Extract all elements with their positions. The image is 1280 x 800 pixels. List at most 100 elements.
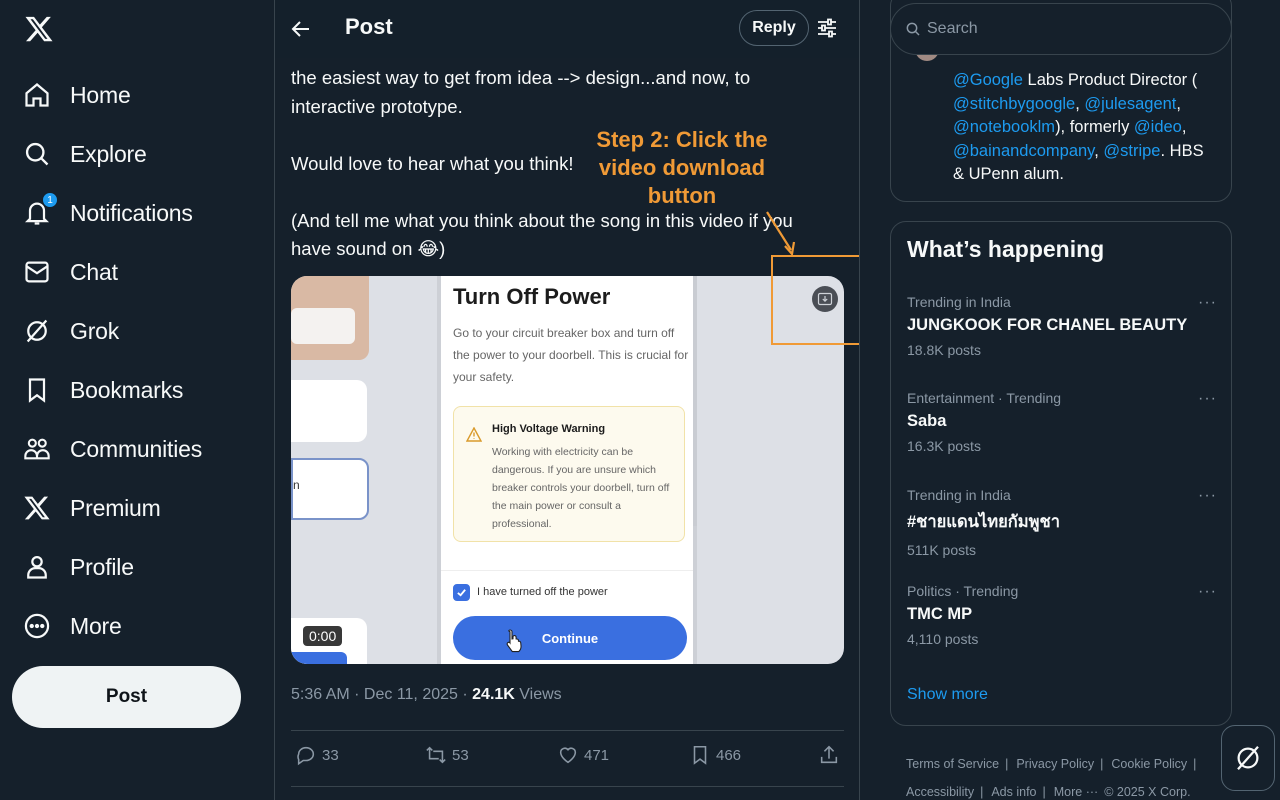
nav-label: Notifications [70,199,193,226]
video-phone-screen: Turn Off Power Go to your circuit breake… [437,276,697,664]
mention-link[interactable]: @stripe [1103,142,1160,160]
post-detail-column: Post Reply the easiest way to get from i… [274,0,860,800]
nav-label: Premium [70,494,161,521]
nav-chat[interactable]: Chat [22,247,118,297]
footer-links: Terms of Service | Privacy Policy | Cookie P… [906,757,1197,799]
post-actions: 33 53 471 466 [291,744,844,774]
bio-text-fragment: , [1176,94,1181,113]
post-button[interactable]: Post [12,666,241,728]
trend-item[interactable]: Entertainment · Trending Saba 16.3K post… [907,390,1217,470]
footer-copyright: © 2025 X Corp. [1104,785,1191,799]
video-side-screen: n [291,276,369,664]
post-header: Post Reply [275,0,859,58]
more-circle-icon [22,611,52,641]
panel-title: What’s happening [907,236,1105,262]
nav-label: Bookmarks [70,376,184,403]
nav-home[interactable]: Home [22,70,131,120]
show-more-link[interactable]: Show more [907,686,988,704]
mention-link[interactable]: @ideo [1134,118,1182,136]
bio-text-fragment: ), formerly [1055,118,1134,136]
nav-label: Home [70,81,131,108]
nav-label: Chat [70,258,118,285]
nav-explore[interactable]: Explore [22,129,147,179]
footer-accessibility-link[interactable]: Accessibility [906,785,974,799]
grok-icon [22,316,52,346]
like-action[interactable]: 471 [557,744,609,766]
repost-action[interactable]: 53 [425,744,469,766]
grok-floating-button[interactable] [1221,725,1275,791]
nav-more[interactable]: More [22,601,122,651]
reply-button[interactable]: Reply [739,10,809,46]
footer-more-link[interactable]: More ··· [1054,785,1098,799]
nav-label: Explore [70,140,147,167]
trend-post-count: 511K posts [907,542,977,558]
nav-profile[interactable]: Profile [22,542,134,592]
notification-badge: 1 [42,192,58,208]
more-options-icon[interactable]: ··· [1198,294,1217,312]
share-icon [820,745,838,764]
reply-icon [297,746,315,766]
mention-link[interactable]: @bainandcompany [953,142,1094,160]
post-timestamp[interactable]: 5:36 AM · Dec 11, 2025 · [291,686,472,703]
mail-icon [22,257,52,287]
footer-ads-link[interactable]: Ads info [991,785,1036,799]
repost-count: 53 [452,746,469,764]
nav-grok[interactable]: Grok [22,306,119,356]
like-count: 471 [584,746,610,764]
mention-link[interactable]: @Google [953,71,1023,89]
bookmark-count: 466 [716,746,742,764]
nav-communities[interactable]: Communities [22,424,202,474]
trend-item[interactable]: Trending in India JUNGKOOK FOR CHANEL BE… [907,294,1217,374]
home-icon [22,80,52,110]
nav-notifications[interactable]: 1 Notifications [22,188,193,238]
share-action[interactable] [818,744,845,766]
video-warning-card: High Voltage Warning Working with electr… [453,406,685,542]
annotation-highlight-box [771,255,859,345]
mention-link[interactable]: @notebooklm [953,118,1055,136]
bookmark-action[interactable]: 466 [689,744,741,766]
video-screen-title: Turn Off Power [453,284,611,309]
bell-icon: 1 [22,192,58,228]
back-arrow-icon[interactable] [289,17,313,41]
trend-name: TMC MP [907,605,973,623]
grok-icon [1237,746,1259,770]
trend-name: JUNGKOOK FOR CHANEL BEAUTY [907,316,1188,334]
mention-link[interactable]: @stitchbygoogle [953,95,1075,113]
warning-triangle-icon [465,426,483,442]
bio-text-fragment: , [1181,118,1187,136]
video-warning-body: Working with electricity can be dangerou… [492,446,670,530]
video-timecode: 0:00 [303,626,343,646]
video-player[interactable]: n Turn Off Power Go to your circuit brea… [291,276,844,664]
footer-terms-link[interactable]: Terms of Service [906,757,999,771]
nav-label: Profile [70,553,134,580]
trend-name: Saba [907,412,947,430]
more-options-icon[interactable]: ··· [1198,583,1217,601]
reply-count: 33 [322,746,339,764]
nav-premium[interactable]: Premium [22,483,161,533]
x-logo-icon[interactable] [24,14,54,48]
more-options-icon[interactable]: ··· [1198,487,1217,505]
trend-post-count: 18.8K posts [907,342,981,358]
reply-action[interactable]: 33 [295,744,339,766]
trend-item[interactable]: Politics · Trending TMC MP 4,110 posts ·… [907,583,1217,663]
video-side-card [291,380,367,442]
search-input[interactable] [927,20,1207,38]
search-icon [906,22,920,36]
footer-privacy-link[interactable]: Privacy Policy [1016,757,1094,771]
footer-cookie-link[interactable]: Cookie Policy [1111,757,1187,771]
sliders-icon[interactable] [817,17,837,39]
communities-icon [22,434,52,464]
mention-link[interactable]: @julesagent [1084,95,1176,113]
video-checkbox [453,584,470,601]
repost-icon [426,746,446,764]
video-checkbox-label: I have turned off the power [477,586,608,598]
search-bar[interactable] [890,3,1232,55]
profile-bio: @Google Labs Product Director ( @stitchb… [953,69,1213,187]
nav-bookmarks[interactable]: Bookmarks [22,365,183,415]
video-side-card-selected: n [291,458,369,520]
trend-post-count: 16.3K posts [907,438,981,454]
more-options-icon[interactable]: ··· [1198,390,1217,408]
trend-item[interactable]: Trending in India #ชายแดนไทยกัมพูชา 511K… [907,487,1217,567]
video-side-text: n [293,478,300,492]
views-label: Views [514,686,562,703]
